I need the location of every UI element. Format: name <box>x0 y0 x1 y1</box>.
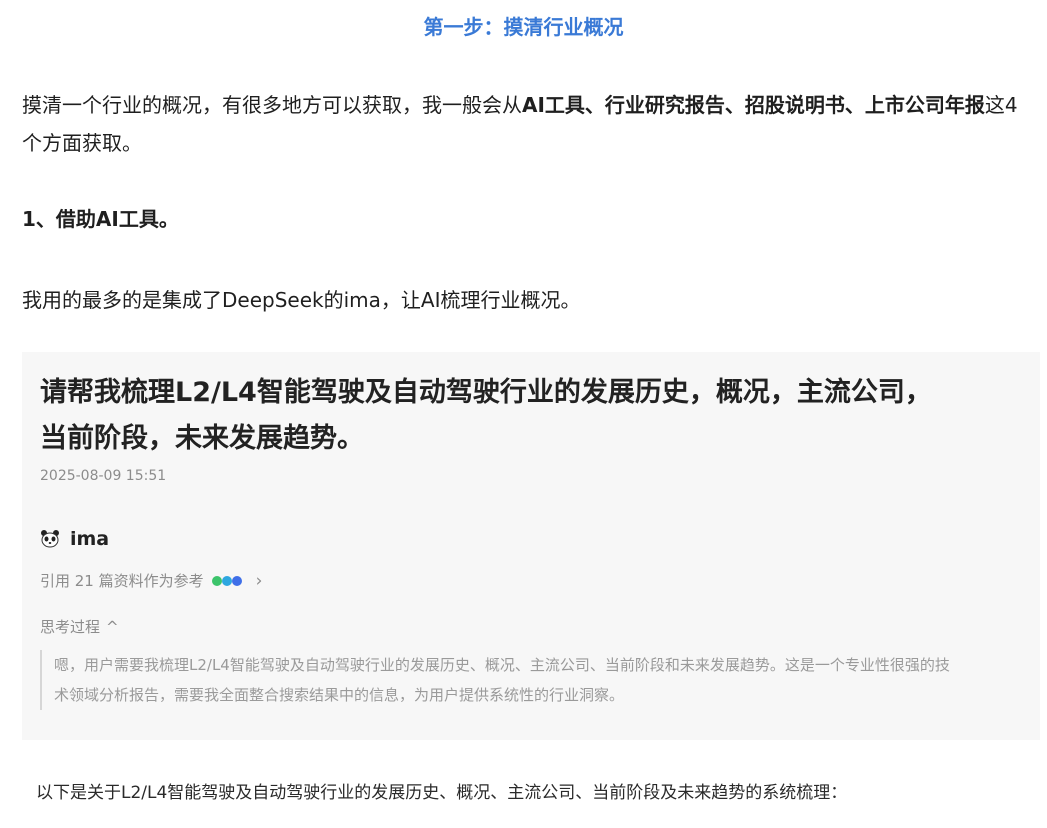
user-question: 请帮我梳理L2/L4智能驾驶及自动驾驶行业的发展历史，概况，主流公司，当前阶段，… <box>40 377 932 454</box>
ima-chat-screenshot: 请帮我梳理L2/L4智能驾驶及自动驾驶行业的发展历史，概况，主流公司，当前阶段，… <box>22 352 1040 740</box>
chevron-up-icon: ^ <box>106 617 119 636</box>
paragraph-deepseek: 我用的最多的是集成了DeepSeek的ima，让AI梳理行业概况。 <box>22 288 581 312</box>
question-timestamp: 2025-08-09 15:51 <box>40 468 167 484</box>
source-dot-icon <box>211 575 222 586</box>
thinking-label: 思考过程 <box>40 618 101 636</box>
citation-text: 引用 21 篇资料作为参考 <box>40 572 204 590</box>
assistant-name: ima <box>70 528 110 550</box>
summary-line: 以下是关于L2/L4智能驾驶及自动驾驶行业的发展历史、概况、主流公司、当前阶段及… <box>36 783 848 803</box>
panda-icon <box>40 529 60 549</box>
intro-paragraph: 摸清一个行业的概况，有很多地方可以获取，我一般会从AI工具、行业研究报告、招股说… <box>22 86 1037 162</box>
assistant-header: ima <box>40 526 109 552</box>
source-dot-icon <box>221 575 232 586</box>
citation-link[interactable]: 引用 21 篇资料作为参考 › <box>40 570 262 591</box>
section-heading: 1、借助AI工具。 <box>22 207 179 231</box>
intro-bold-sources: AI工具、行业研究报告、招股说明书、上市公司年报 <box>522 93 985 117</box>
step-title: 第一步：摸清行业概况 <box>423 15 624 39</box>
thinking-toggle[interactable]: 思考过程 ^ <box>40 616 119 637</box>
chevron-right-icon: › <box>255 570 263 591</box>
article-page: 第一步：摸清行业概况 摸清一个行业的概况，有很多地方可以获取，我一般会从AI工具… <box>0 0 1047 828</box>
thinking-content: 嗯，用户需要我梳理L2/L4智能驾驶及自动驾驶行业的发展历史、概况、主流公司、当… <box>40 650 964 710</box>
intro-text-before: 摸清一个行业的概况，有很多地方可以获取，我一般会从 <box>22 93 522 117</box>
source-icons <box>211 575 242 586</box>
source-dot-icon <box>231 575 242 586</box>
